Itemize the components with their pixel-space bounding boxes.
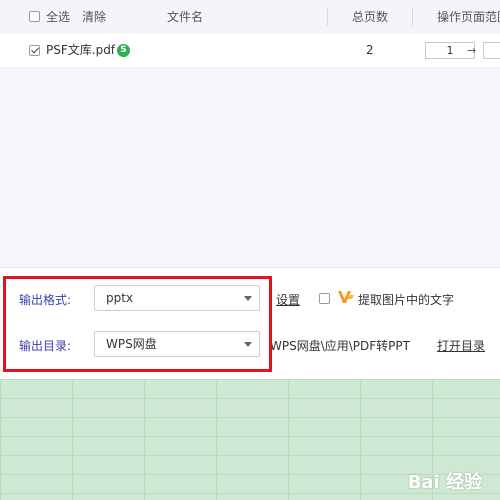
file-list-header: 全选 清除 文件名 总页数 操作页面范围 — [0, 0, 500, 35]
output-path-text: WPS网盘\应用\PDF转PPT — [270, 339, 410, 353]
select-all-label[interactable]: 全选 — [46, 0, 70, 34]
output-dir-value: WPS网盘 — [106, 337, 157, 351]
page-range-to-input[interactable] — [483, 42, 500, 59]
output-dir-label: 输出目录: — [19, 339, 72, 353]
range-arrow-icon: → — [467, 44, 477, 57]
column-page-range: 操作页面范围 — [437, 10, 500, 24]
spreadsheet-background: Bai 经验 — [0, 379, 500, 500]
file-checkbox[interactable] — [29, 45, 40, 56]
output-format-label: 输出格式: — [19, 293, 72, 307]
extract-text-checkbox[interactable] — [319, 293, 330, 304]
file-row[interactable]: PSF文库.pdf S 2 1 → — [0, 34, 500, 68]
clear-button[interactable]: 清除 — [82, 0, 106, 34]
column-file-name: 文件名 — [167, 10, 204, 24]
file-name: PSF文库.pdf — [46, 43, 116, 57]
vip-icon — [338, 291, 354, 303]
settings-link[interactable]: 设置 — [276, 291, 300, 308]
output-dir-select[interactable]: WPS网盘 — [94, 331, 260, 357]
file-list-empty-area — [0, 68, 500, 267]
chevron-down-icon — [244, 296, 252, 301]
baidu-watermark: Bai 经验 — [408, 468, 482, 494]
file-total-pages: 2 — [366, 43, 374, 57]
column-divider — [327, 8, 328, 26]
chevron-down-icon — [244, 342, 252, 347]
column-total-pages: 总页数 — [352, 10, 389, 24]
column-divider — [412, 8, 413, 26]
output-format-value: pptx — [106, 291, 134, 305]
open-directory-link[interactable]: 打开目录 — [437, 337, 485, 354]
output-format-select[interactable]: pptx — [94, 285, 260, 311]
output-settings-panel: 输出格式: pptx 设置 提取图片中的文字 输出目录: WPS网盘 WPS网盘… — [0, 267, 500, 380]
select-all-checkbox[interactable] — [29, 11, 40, 22]
wps-cloud-status-icon: S — [117, 44, 130, 57]
watermark-text: Bai 经验 — [407, 472, 482, 493]
extract-text-label: 提取图片中的文字 — [358, 293, 455, 307]
